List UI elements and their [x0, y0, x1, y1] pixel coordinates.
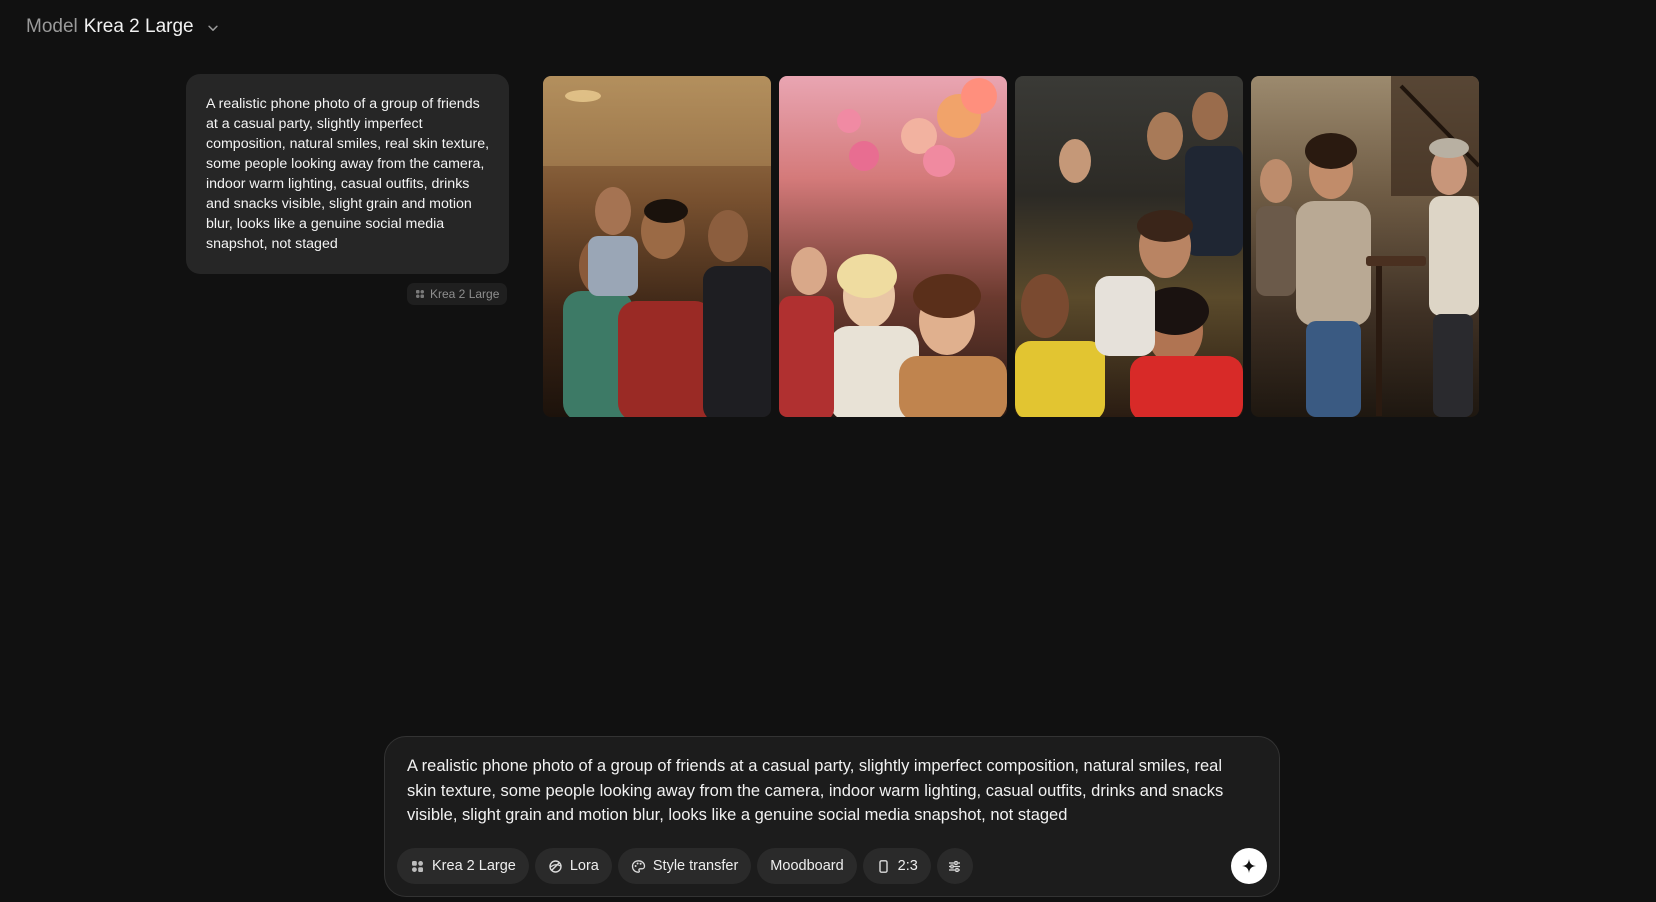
model-selector-prefix: Model: [26, 16, 78, 37]
settings-button[interactable]: [936, 848, 973, 884]
palette-icon: [631, 859, 646, 873]
composer-toolbar: Krea 2 Large Lora Style transfer Moodboa…: [397, 848, 973, 884]
aspect-ratio-label: 2:3: [897, 858, 918, 874]
app-page: Model Krea 2 Large A realistic phone pho…: [0, 0, 1656, 902]
party-photo-3: [1015, 92, 1243, 417]
model-chip-label: Krea 2 Large: [432, 858, 516, 874]
lora-button[interactable]: Lora: [534, 848, 612, 884]
generated-image-3[interactable]: [1015, 76, 1243, 417]
lora-label: Lora: [569, 858, 599, 874]
aspect-ratio-button[interactable]: 2:3: [862, 848, 931, 884]
model-tag: Krea 2 Large: [407, 283, 508, 305]
moodboard-button[interactable]: Moodboard: [757, 848, 857, 884]
lora-icon: [549, 859, 562, 873]
prompt-bubble: A realistic phone photo of a group of fr…: [186, 74, 509, 274]
krea-logo-icon: [416, 290, 424, 298]
model-tag-label: Krea 2 Large: [430, 287, 500, 301]
moodboard-label: Moodboard: [770, 858, 844, 874]
prompt-input[interactable]: A realistic phone photo of a group of fr…: [407, 754, 1237, 828]
model-chip[interactable]: Krea 2 Large: [397, 848, 529, 884]
party-photo-1: [543, 76, 771, 417]
aspect-ratio-icon: [878, 859, 888, 873]
model-selector-name: Krea 2 Large: [83, 16, 194, 37]
sparkle-icon: [1242, 859, 1256, 873]
generated-image-2[interactable]: [779, 76, 1007, 417]
sliders-icon: [949, 860, 961, 872]
generated-image-1[interactable]: [543, 76, 771, 417]
krea-logo-icon: [412, 860, 423, 872]
style-transfer-label: Style transfer: [652, 858, 739, 874]
generated-image-4[interactable]: [1251, 76, 1479, 417]
image-gallery: [543, 76, 1479, 417]
chevron-down-icon: [207, 25, 218, 31]
generate-button[interactable]: [1231, 848, 1267, 884]
prompt-composer: A realistic phone photo of a group of fr…: [384, 736, 1280, 897]
party-photo-4: [1256, 76, 1479, 417]
model-selector[interactable]: Model Krea 2 Large: [26, 16, 220, 38]
party-photo-2: [779, 78, 1007, 417]
style-transfer-button[interactable]: Style transfer: [617, 848, 752, 884]
